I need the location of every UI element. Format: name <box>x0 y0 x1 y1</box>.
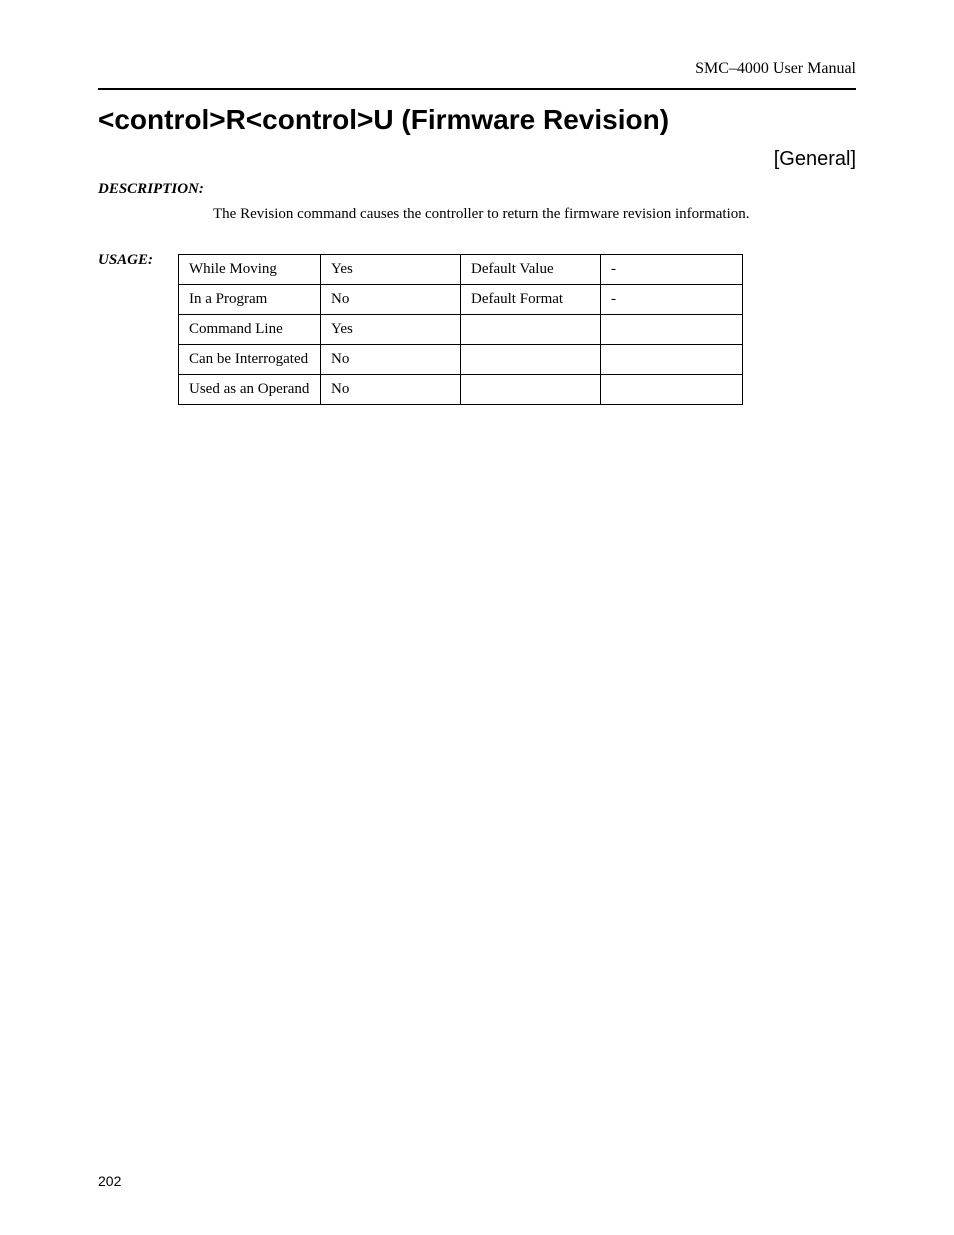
usage-param2 <box>461 345 601 375</box>
usage-param: Used as an Operand <box>179 375 321 405</box>
usage-section: USAGE: While Moving Yes Default Value - … <box>98 252 856 405</box>
usage-param2 <box>461 315 601 345</box>
usage-param: While Moving <box>179 255 321 285</box>
usage-value: No <box>321 345 461 375</box>
usage-value2 <box>601 345 743 375</box>
usage-param: Can be Interrogated <box>179 345 321 375</box>
usage-param: Command Line <box>179 315 321 345</box>
page-title: <control>R<control>U (Firmware Revision) <box>98 104 856 136</box>
header-manual-title: SMC–4000 User Manual <box>98 60 856 88</box>
description-text: The Revision command causes the controll… <box>213 204 856 224</box>
usage-param2 <box>461 375 601 405</box>
usage-value2 <box>601 315 743 345</box>
header-rule <box>98 88 856 90</box>
usage-value2: - <box>601 285 743 315</box>
usage-value: No <box>321 375 461 405</box>
usage-param2: Default Format <box>461 285 601 315</box>
usage-value2: - <box>601 255 743 285</box>
page: SMC–4000 User Manual <control>R<control>… <box>0 0 954 1235</box>
table-row: Command Line Yes <box>179 315 743 345</box>
usage-value: No <box>321 285 461 315</box>
description-label: DESCRIPTION: <box>98 181 856 198</box>
usage-table: While Moving Yes Default Value - In a Pr… <box>178 254 743 405</box>
table-row: Used as an Operand No <box>179 375 743 405</box>
usage-param2: Default Value <box>461 255 601 285</box>
category-label: [General] <box>98 148 856 171</box>
table-row: In a Program No Default Format - <box>179 285 743 315</box>
usage-value: Yes <box>321 255 461 285</box>
table-row: Can be Interrogated No <box>179 345 743 375</box>
page-number: 202 <box>98 1173 121 1189</box>
usage-param: In a Program <box>179 285 321 315</box>
usage-value: Yes <box>321 315 461 345</box>
usage-label: USAGE: <box>98 252 178 269</box>
table-row: While Moving Yes Default Value - <box>179 255 743 285</box>
usage-value2 <box>601 375 743 405</box>
